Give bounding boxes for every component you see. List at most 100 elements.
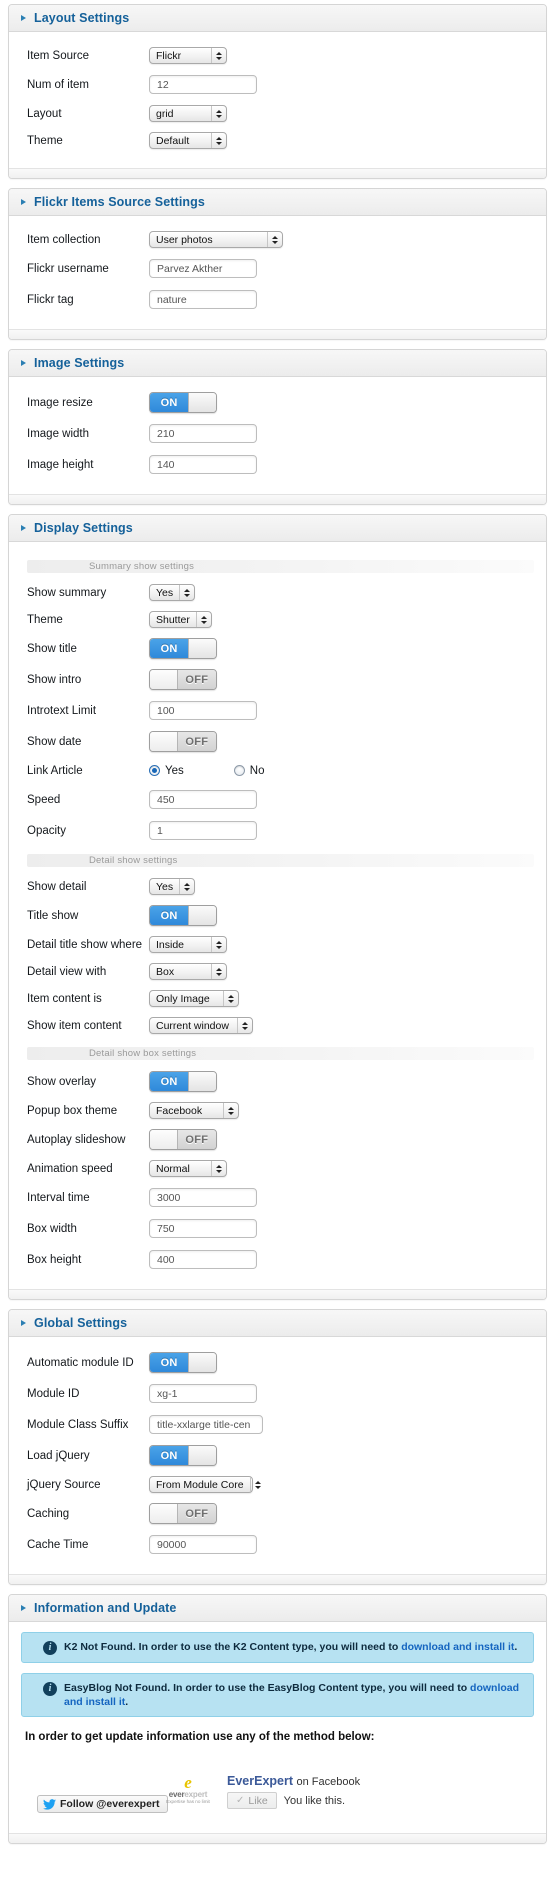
toggle-autoplay-slideshow[interactable]: OFF <box>149 1129 217 1150</box>
toggle-show-date[interactable]: OFF <box>149 731 217 752</box>
logo-tagline: Expertise has no limit <box>166 1799 210 1804</box>
subheading-detail-show-box-settings: Detail show box settings <box>27 1047 534 1060</box>
select-show-summary-value: Yes <box>156 586 174 599</box>
select-detail-view-with[interactable]: Box <box>149 963 227 980</box>
toggle-automatic-module-id[interactable]: ON <box>149 1352 217 1373</box>
input-image-width[interactable] <box>149 424 257 443</box>
toggle-knob <box>188 393 216 412</box>
select-jquery-source[interactable]: From Module Core <box>149 1476 261 1493</box>
panel-image-settings: Image Settings Image resize ON Image wid… <box>8 349 547 505</box>
input-opacity[interactable] <box>149 821 257 840</box>
alert-k2-not-found: i K2 Not Found. In order to use the K2 C… <box>21 1632 534 1663</box>
toggle-show-title[interactable]: ON <box>149 638 217 659</box>
label-show-detail: Show detail <box>27 880 87 893</box>
toggle-knob <box>188 906 216 925</box>
download-install-link[interactable]: download and install it <box>401 1641 514 1653</box>
select-item-source[interactable]: Flickr <box>149 47 227 64</box>
input-module-class-suffix[interactable] <box>149 1415 263 1434</box>
panel-header-information-and-update[interactable]: Information and Update <box>9 1595 546 1622</box>
label-item-content-is: Item content is <box>27 992 102 1005</box>
label-layout: Layout <box>27 107 62 120</box>
panel-header-flickr-items-source-settings[interactable]: Flickr Items Source Settings <box>9 189 546 216</box>
label-module-class-suffix: Module Class Suffix <box>27 1418 129 1431</box>
row-item-content-is: Item content is Only Image <box>9 985 546 1012</box>
label-flickr-username: Flickr username <box>27 262 109 275</box>
facebook-suffix: on Facebook <box>296 1776 361 1788</box>
row-automatic-module-id: Automatic module ID ON <box>9 1347 546 1378</box>
select-detail-title-show-where[interactable]: Inside <box>149 936 227 953</box>
row-detail-view-with: Detail view with Box <box>9 958 546 985</box>
toggle-caching[interactable]: OFF <box>149 1503 217 1524</box>
radio-link-article-yes[interactable]: Yes <box>149 765 184 777</box>
alert-text-before: K2 Not Found. In order to use the K2 Con… <box>64 1641 402 1653</box>
input-module-id[interactable] <box>149 1384 257 1403</box>
stepper-arrows-icon <box>211 964 226 979</box>
label-opacity: Opacity <box>27 824 66 837</box>
radio-link-article-no[interactable]: No <box>233 765 264 777</box>
toggle-state-label: OFF <box>177 670 216 689</box>
label-num-of-item: Num of item <box>27 78 89 91</box>
toggle-image-resize[interactable]: ON <box>149 392 217 413</box>
select-display-theme[interactable]: Shutter <box>149 611 212 628</box>
input-num-of-item[interactable] <box>149 75 257 94</box>
select-show-summary[interactable]: Yes <box>149 584 196 601</box>
twitter-follow-button[interactable]: Follow @everexpert <box>37 1795 168 1813</box>
radio-label-yes: Yes <box>165 764 184 777</box>
panel-information-and-update: Information and Update i K2 Not Found. I… <box>8 1594 547 1844</box>
toggle-state-label: ON <box>150 639 189 658</box>
stepper-arrows-icon <box>237 1018 252 1033</box>
select-display-theme-value: Shutter <box>156 613 190 626</box>
select-theme[interactable]: Default <box>149 132 227 149</box>
label-item-source: Item Source <box>27 49 89 62</box>
row-cache-time: Cache Time <box>9 1529 546 1560</box>
row-image-height: Image height <box>9 449 546 480</box>
label-jquery-source: jQuery Source <box>27 1478 101 1491</box>
check-icon: ✓ <box>236 1795 245 1806</box>
input-box-height[interactable] <box>149 1250 257 1269</box>
panel-header-image-settings[interactable]: Image Settings <box>9 350 546 377</box>
select-detail-view-with-value: Box <box>156 965 175 978</box>
panel-footer <box>9 1833 546 1843</box>
input-interval-time[interactable] <box>149 1188 257 1207</box>
input-speed[interactable] <box>149 790 257 809</box>
panel-header-global-settings[interactable]: Global Settings <box>9 1310 546 1337</box>
row-box-height: Box height <box>9 1244 546 1275</box>
select-item-content-is[interactable]: Only Image <box>149 990 239 1007</box>
row-item-collection: Item collection User photos <box>9 226 546 253</box>
select-item-collection[interactable]: User photos <box>149 231 283 248</box>
select-detail-title-show-where-value: Inside <box>156 938 185 951</box>
facebook-like-button[interactable]: ✓ Like <box>227 1792 277 1809</box>
input-flickr-tag[interactable] <box>149 290 257 309</box>
input-introtext-limit[interactable] <box>149 701 257 720</box>
panel-title: Flickr Items Source Settings <box>34 195 205 209</box>
row-title-show: Title show ON <box>9 900 546 931</box>
toggle-title-show[interactable]: ON <box>149 905 217 926</box>
toggle-show-overlay[interactable]: ON <box>149 1071 217 1092</box>
select-show-detail[interactable]: Yes <box>149 878 196 895</box>
select-layout[interactable]: grid <box>149 105 227 122</box>
row-display-theme: Theme Shutter <box>9 606 546 633</box>
select-jquery-source-value: From Module Core <box>156 1478 244 1491</box>
select-show-item-content[interactable]: Current window <box>149 1017 253 1034</box>
subheading-label: Detail show box settings <box>89 1048 197 1059</box>
panel-header-display-settings[interactable]: Display Settings <box>9 515 546 542</box>
panel-header-layout-settings[interactable]: Layout Settings <box>9 5 546 32</box>
input-cache-time[interactable] <box>149 1535 257 1554</box>
label-image-width: Image width <box>27 427 90 440</box>
toggle-show-intro[interactable]: OFF <box>149 669 217 690</box>
twitter-follow-label: Follow @everexpert <box>60 1798 160 1810</box>
input-image-height[interactable] <box>149 455 257 474</box>
input-flickr-username[interactable] <box>149 259 257 278</box>
select-popup-box-theme[interactable]: Facebook <box>149 1102 239 1119</box>
input-box-width[interactable] <box>149 1219 257 1238</box>
stepper-arrows-icon <box>211 48 226 63</box>
toggle-state-label: ON <box>150 1446 189 1465</box>
panel-body-information-and-update: i K2 Not Found. In order to use the K2 C… <box>9 1622 546 1833</box>
panel-flickr-items-source-settings: Flickr Items Source Settings Item collec… <box>8 188 547 340</box>
label-flickr-tag: Flickr tag <box>27 293 74 306</box>
toggle-load-jquery[interactable]: ON <box>149 1445 217 1466</box>
panel-title: Global Settings <box>34 1316 128 1330</box>
select-animation-speed[interactable]: Normal <box>149 1160 227 1177</box>
alert-text: K2 Not Found. In order to use the K2 Con… <box>64 1640 524 1654</box>
logo-wordmark: everexpert <box>159 1790 217 1799</box>
